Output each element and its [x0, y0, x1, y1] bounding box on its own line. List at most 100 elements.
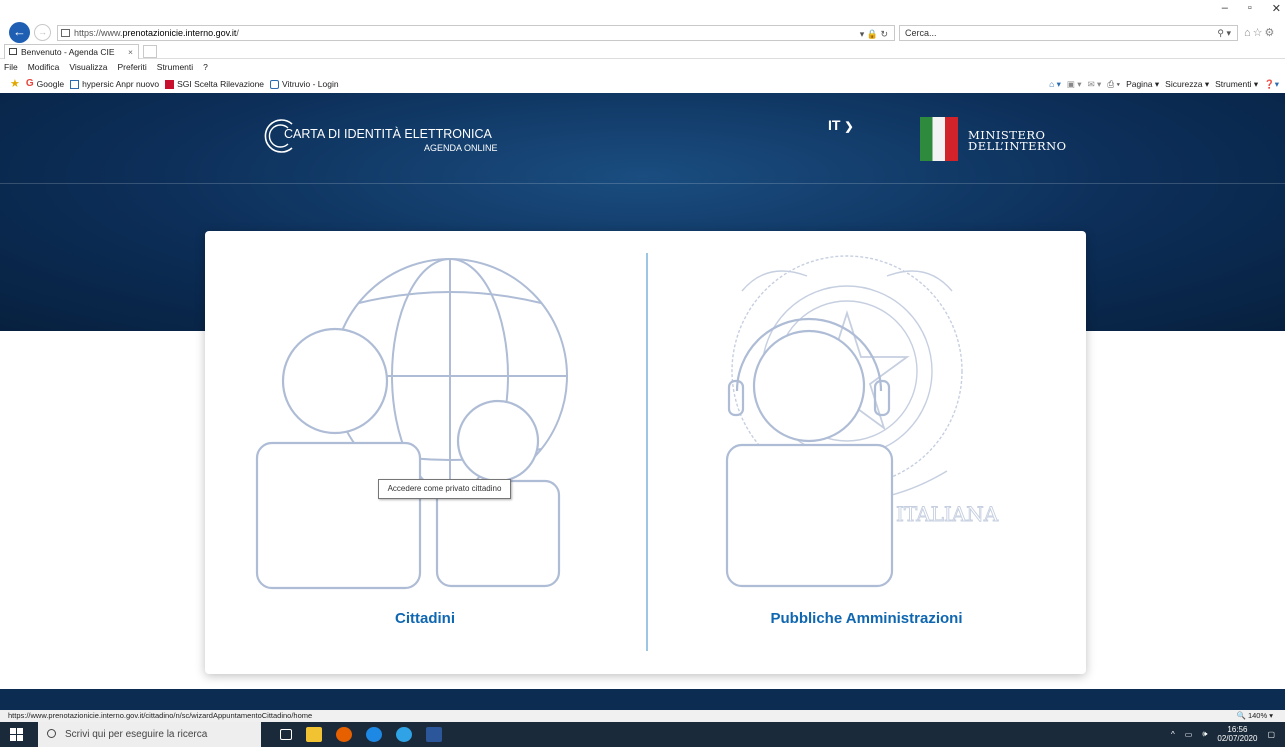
chevron-up-icon[interactable]: ^ — [1171, 730, 1175, 739]
language-selector[interactable]: IT ❯ — [828, 117, 854, 133]
browser-right-icons: ⌂☆⚙ — [1244, 26, 1276, 39]
command-bar: ⌂ ▾ ▣ ▾ ✉ ▾ ⎙ ▾ Pagina ▾ Sicurezza ▾ Str… — [1049, 75, 1279, 93]
word-icon[interactable] — [426, 727, 442, 742]
edge-icon[interactable] — [396, 727, 412, 742]
favorite-label: Google — [36, 79, 65, 89]
new-tab-button[interactable] — [143, 45, 157, 58]
firefox-icon[interactable] — [336, 727, 352, 742]
internet-explorer-icon[interactable] — [366, 727, 382, 742]
network-icon[interactable]: ▭ — [1185, 730, 1193, 739]
menu-modifica[interactable]: Modifica — [28, 60, 60, 75]
favorite-vitruvio[interactable]: Vitruvio - Login — [270, 75, 339, 93]
menu-preferiti[interactable]: Preferiti — [117, 60, 146, 75]
address-tools[interactable]: ▾ 🔒 ↻ — [860, 27, 888, 41]
home-icon[interactable]: ⌂ — [1244, 27, 1253, 39]
forward-button[interactable]: → — [34, 24, 51, 41]
cie-logo[interactable]: CARTA DI IDENTITÀ ELETTRONICA AGENDA ONL… — [262, 116, 502, 158]
system-tray: ^ ▭ 🕪 16:56 02/07/2020 ▢ — [1171, 725, 1275, 743]
ie-page-icon — [270, 79, 280, 89]
tab-strip: Benvenuto - Agenda CIE × — [0, 44, 1285, 59]
google-icon: G — [25, 78, 34, 89]
volume-icon[interactable]: 🕪 — [1202, 729, 1207, 739]
feeds-icon[interactable]: ▣ ▾ — [1067, 75, 1082, 93]
logo-subtitle: AGENDA ONLINE — [424, 143, 498, 153]
menu-sicurezza[interactable]: Sicurezza ▾ — [1165, 75, 1209, 93]
chevron-down-icon: ❯ — [844, 121, 854, 133]
menu-help[interactable]: ? — [203, 60, 208, 75]
site-footer — [0, 689, 1285, 710]
favorites-star-icon[interactable]: ★ — [10, 75, 20, 93]
favorite-label: SGI Scelta Rilevazione — [177, 79, 265, 89]
minimize-icon[interactable]: – — [1222, 2, 1228, 15]
url-domain: prenotazionicie.interno.gov.it — [122, 28, 237, 38]
favorite-hypersic[interactable]: hypersic Anpr nuovo — [70, 75, 159, 93]
bookmark-icon — [70, 79, 80, 89]
clock-date: 02/07/2020 — [1217, 734, 1258, 743]
citizens-tooltip: Accedere come privato cittadino — [378, 479, 511, 499]
page-icon — [61, 29, 70, 37]
notifications-icon[interactable]: ▢ — [1267, 730, 1275, 739]
address-bar[interactable]: https://www.prenotazionicie.interno.gov.… — [57, 25, 895, 41]
status-url: https://www.prenotazionicie.interno.gov.… — [8, 711, 313, 720]
browser-search-input[interactable]: Cerca... ⚲ ▾ — [899, 25, 1238, 41]
tab-agenda-cie[interactable]: Benvenuto - Agenda CIE × — [4, 44, 139, 59]
tab-close-icon[interactable]: × — [128, 45, 133, 59]
italian-flag-icon — [920, 117, 958, 161]
menu-strumenti-cmd[interactable]: Strumenti ▾ — [1215, 75, 1258, 93]
screen: – ▫ ✕ ← → https://www.prenotazionicie.in… — [0, 0, 1285, 747]
bookmark-icon — [165, 79, 175, 89]
help-icon[interactable]: ❓▾ — [1264, 75, 1279, 93]
mail-icon[interactable]: ✉ ▾ — [1088, 75, 1102, 93]
menu-pagina[interactable]: Pagina ▾ — [1126, 75, 1159, 93]
windows-taskbar: Scrivi qui per eseguire la ricerca ^ ▭ 🕪… — [0, 722, 1285, 747]
search-icon — [47, 729, 56, 738]
public-administrations-option[interactable]: ICA ITALIANA Pubbliche Amministrazioni — [647, 231, 1086, 674]
home-icon[interactable]: ⌂ ▾ — [1049, 75, 1061, 93]
taskbar-search-input[interactable]: Scrivi qui per eseguire la ricerca — [38, 722, 261, 747]
citizens-option[interactable]: Accedere come privato cittadino Cittadin… — [205, 231, 645, 674]
browser-status-bar: https://www.prenotazionicie.interno.gov.… — [0, 710, 1285, 722]
search-icon[interactable]: ⚲ ▾ — [1217, 26, 1231, 40]
windows-start-icon[interactable] — [10, 728, 23, 741]
citizens-label[interactable]: Cittadini — [205, 610, 645, 627]
window-titlebar: – ▫ ✕ — [0, 0, 1285, 22]
access-choice-card: Accedere come privato cittadino Cittadin… — [205, 231, 1086, 674]
header-divider — [0, 183, 1285, 184]
favorite-label: hypersic Anpr nuovo — [82, 79, 160, 89]
favorites-bar: ★ G Google hypersic Anpr nuovo SGI Scelt… — [0, 75, 1285, 93]
ministero-name: MINISTERO DELL’INTERNO — [968, 129, 1067, 153]
clock-time: 16:56 — [1227, 725, 1248, 734]
file-explorer-icon[interactable] — [306, 727, 322, 742]
zoom-level[interactable]: 🔍 140% ▾ — [1237, 710, 1273, 722]
page-icon — [9, 48, 17, 55]
print-icon[interactable]: ⎙ ▾ — [1107, 75, 1120, 93]
close-icon[interactable]: ✕ — [1272, 2, 1281, 15]
url-prefix: https://www. — [74, 28, 123, 38]
zoom-value: 140% — [1247, 711, 1268, 720]
gear-icon[interactable]: ⚙ — [1265, 27, 1277, 39]
menu-visualizza[interactable]: Visualizza — [69, 60, 107, 75]
window-controls: – ▫ ✕ — [1222, 2, 1281, 15]
browser-search-placeholder: Cerca... — [905, 28, 937, 38]
citizens-icon — [255, 258, 568, 590]
taskbar-search-placeholder: Scrivi qui per eseguire la ricerca — [65, 729, 208, 740]
menu-strumenti[interactable]: Strumenti — [157, 60, 193, 75]
address-row: ← → https://www.prenotazionicie.interno.… — [0, 22, 1285, 44]
favorite-google[interactable]: G Google — [26, 75, 64, 93]
back-button[interactable]: ← — [9, 22, 30, 43]
menu-file[interactable]: File — [4, 60, 18, 75]
restore-icon[interactable]: ▫ — [1248, 2, 1252, 15]
taskbar-apps — [280, 727, 442, 742]
public-administration-icon: ICA ITALIANA — [725, 255, 999, 588]
language-label: IT — [828, 117, 841, 133]
ministero-line2: DELL’INTERNO — [968, 139, 1067, 153]
clock[interactable]: 16:56 02/07/2020 — [1217, 725, 1257, 743]
logo-title: CARTA DI IDENTITÀ ELETTRONICA — [284, 127, 492, 141]
pa-label[interactable]: Pubbliche Amministrazioni — [647, 610, 1086, 627]
favorite-sgi[interactable]: SGI Scelta Rilevazione — [165, 75, 264, 93]
star-icon[interactable]: ☆ — [1253, 27, 1265, 39]
ministero-logo[interactable]: MINISTERO DELL’INTERNO — [920, 117, 1080, 162]
task-view-icon[interactable] — [280, 729, 292, 740]
tab-title: Benvenuto - Agenda CIE — [21, 47, 115, 57]
favorite-label: Vitruvio - Login — [282, 79, 339, 89]
